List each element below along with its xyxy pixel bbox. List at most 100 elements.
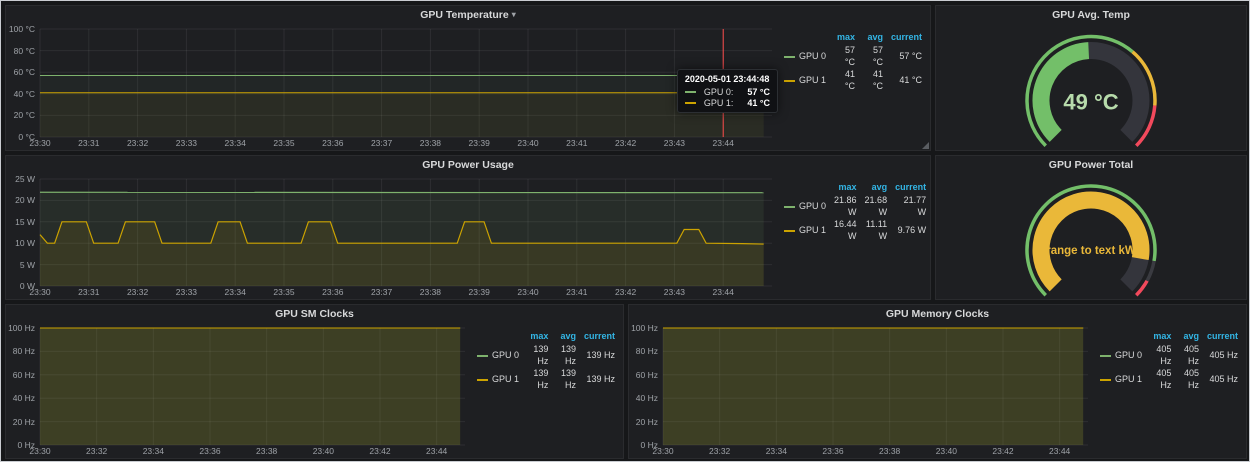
panel-title-text: GPU SM Clocks [275,308,354,320]
legend-sort-header[interactable]: avg [859,32,887,44]
gpu-power-legend: maxavgcurrentGPU 021.86 W21.68 W21.77 WG… [780,173,930,299]
legend-series-toggle[interactable]: GPU 0 [780,194,830,218]
y-axis-tick: 10 W [6,238,35,248]
panel-gpu-power-usage: GPU Power Usage 0 W5 W10 W15 W20 W25 W23… [5,155,931,300]
legend-row: GPU 021.86 W21.68 W21.77 W [780,194,930,218]
legend-sort-header[interactable]: avg [1175,331,1203,343]
legend-value: 405 Hz [1175,367,1203,391]
gpu-avg-temp-gauge: 49 °C [936,23,1246,150]
legend-row: GPU 0405 Hz405 Hz405 Hz [1096,343,1242,367]
x-axis-tick: 23:36 [822,446,843,456]
legend-series-toggle[interactable]: GPU 1 [780,218,830,242]
legend-sort-header[interactable]: current [1203,331,1242,343]
legend-corner [780,182,830,194]
legend-value: 21.77 W [891,194,930,218]
chart-canvas[interactable] [629,322,1096,458]
legend-series-toggle[interactable]: GPU 1 [780,68,830,92]
panel-gpu-memory-clocks: GPU Memory Clocks 0 Hz20 Hz40 Hz60 Hz80 … [628,304,1247,459]
legend-sort-header[interactable]: avg [552,331,580,343]
legend-series-toggle[interactable]: GPU 1 [1096,367,1146,391]
y-axis-tick: 40 Hz [6,393,35,403]
x-axis-tick: 23:44 [713,287,734,297]
y-axis-tick: 100 Hz [629,323,658,333]
gpu-temperature-legend: maxavgcurrentGPU 057 °C57 °C57 °CGPU 141… [780,23,930,150]
legend-row: GPU 116.44 W11.11 W9.76 W [780,218,930,242]
legend-sort-header[interactable]: max [830,32,859,44]
x-axis-tick: 23:34 [225,287,246,297]
x-axis-tick: 23:30 [652,446,673,456]
panel-title-gpu-memory-clocks[interactable]: GPU Memory Clocks [629,305,1246,322]
legend-sort-header[interactable]: avg [861,182,892,194]
x-axis-tick: 23:35 [273,287,294,297]
x-axis-tick: 23:42 [992,446,1013,456]
panel-gpu-sm-clocks: GPU SM Clocks 0 Hz20 Hz40 Hz60 Hz80 Hz10… [5,304,624,459]
tooltip-series-value: 57 °C [737,87,770,97]
panel-title-gpu-power-total[interactable]: GPU Power Total [936,156,1246,173]
legend-value: 16.44 W [830,218,861,242]
legend-value: 405 Hz [1146,367,1175,391]
legend-value: 139 Hz [552,343,580,367]
x-axis-tick: 23:33 [176,138,197,148]
legend-value: 405 Hz [1146,343,1175,367]
legend-sort-header[interactable]: max [523,331,552,343]
series-color-swatch [685,102,696,104]
x-axis-tick: 23:36 [322,138,343,148]
panel-title-gpu-avg-temp[interactable]: GPU Avg. Temp [936,6,1246,23]
gpu-memory-clocks-legend: maxavgcurrentGPU 0405 Hz405 Hz405 HzGPU … [1096,322,1246,458]
legend-series-toggle[interactable]: GPU 0 [780,44,830,68]
y-axis-tick: 80 Hz [6,346,35,356]
legend-series-toggle[interactable]: GPU 0 [473,343,523,367]
legend-sort-header[interactable]: current [580,331,619,343]
legend-row: GPU 141 °C41 °C41 °C [780,68,926,92]
panel-title-gpu-sm-clocks[interactable]: GPU SM Clocks [6,305,623,322]
legend-value: 405 Hz [1203,367,1242,391]
gpu-temperature-chart[interactable]: 0 °C20 °C40 °C60 °C80 °C100 °C23:3023:31… [6,23,780,150]
legend-value: 139 Hz [523,367,552,391]
y-axis-tick: 20 Hz [6,417,35,427]
x-axis-tick: 23:41 [566,138,587,148]
y-axis-tick: 40 °C [6,89,35,99]
gpu-sm-clocks-chart[interactable]: 0 Hz20 Hz40 Hz60 Hz80 Hz100 Hz23:3023:32… [6,322,473,458]
x-axis-tick: 23:39 [469,138,490,148]
legend-sort-header[interactable]: current [891,182,930,194]
legend-series-toggle[interactable]: GPU 0 [1096,343,1146,367]
series-color-swatch [784,80,795,82]
panel-gpu-power-total: GPU Power Total range to text kW [935,155,1247,300]
y-axis-tick: 60 °C [6,67,35,77]
x-axis-tick: 23:37 [371,287,392,297]
x-axis-tick: 23:40 [517,138,538,148]
x-axis-tick: 23:43 [664,138,685,148]
panel-resize-handle[interactable] [922,142,929,149]
x-axis-tick: 23:42 [615,287,636,297]
panel-gpu-temperature: GPU Temperature ▾ 0 °C20 °C40 °C60 °C80 … [5,5,931,151]
y-axis-tick: 5 W [6,260,35,270]
panel-title-text: GPU Temperature [420,9,509,21]
series-color-swatch [685,91,696,93]
gpu-memory-clocks-chart[interactable]: 0 Hz20 Hz40 Hz60 Hz80 Hz100 Hz23:3023:32… [629,322,1096,458]
x-axis-tick: 23:31 [78,287,99,297]
x-axis-tick: 23:30 [29,287,50,297]
panel-title-gpu-temperature[interactable]: GPU Temperature ▾ [6,6,930,23]
series-color-swatch [1100,355,1111,357]
panel-title-gpu-power-usage[interactable]: GPU Power Usage [6,156,930,173]
x-axis-tick: 23:34 [225,138,246,148]
x-axis-tick: 23:33 [176,287,197,297]
chart-canvas[interactable] [6,23,780,150]
series-color-swatch [784,56,795,58]
x-axis-tick: 23:37 [371,138,392,148]
series-color-swatch [1100,379,1111,381]
gauge-canvas: range to text kW [936,173,1246,299]
x-axis-tick: 23:44 [713,138,734,148]
legend-series-toggle[interactable]: GPU 1 [473,367,523,391]
legend-sort-header[interactable]: max [830,182,861,194]
x-axis-tick: 23:32 [86,446,107,456]
gpu-power-chart[interactable]: 0 W5 W10 W15 W20 W25 W23:3023:3123:3223:… [6,173,780,299]
legend-sort-header[interactable]: current [887,32,926,44]
chart-canvas[interactable] [6,322,473,458]
x-axis-tick: 23:32 [127,287,148,297]
legend-sort-header[interactable]: max [1146,331,1175,343]
y-axis-tick: 80 °C [6,46,35,56]
legend-value: 41 °C [887,68,926,92]
gauge-value-text: range to text kW [1046,245,1136,257]
chart-canvas[interactable] [6,173,780,299]
